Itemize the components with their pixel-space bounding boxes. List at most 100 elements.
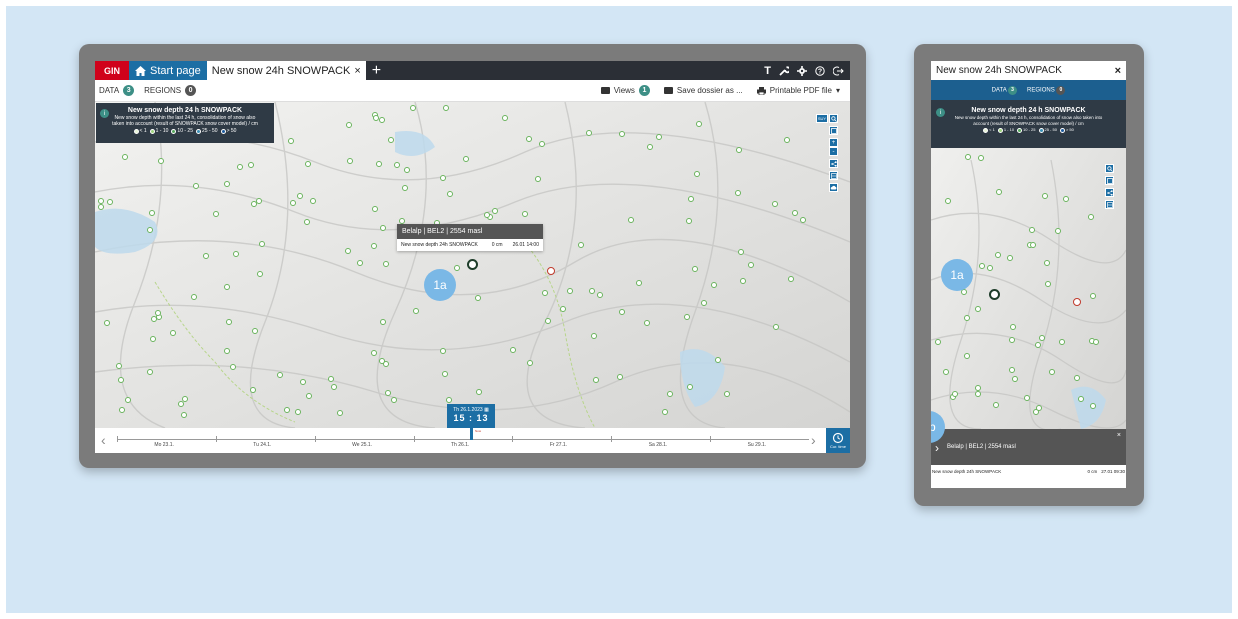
station-marker[interactable] (98, 198, 104, 204)
station-marker[interactable] (250, 387, 256, 393)
station-marker[interactable] (391, 397, 397, 403)
station-marker[interactable] (116, 363, 122, 369)
station-marker[interactable] (446, 397, 452, 403)
regions-tab[interactable]: REGIONS (144, 86, 181, 95)
mobile-selected-station-marker[interactable] (989, 289, 1000, 300)
station-marker[interactable] (119, 407, 125, 413)
swiss-topo-button[interactable]: SUY (816, 114, 828, 123)
station-marker[interactable] (619, 309, 625, 315)
station-marker[interactable] (696, 121, 702, 127)
station-marker[interactable] (193, 183, 199, 189)
mobile-search-button[interactable] (1105, 164, 1114, 173)
station-marker[interactable] (542, 290, 548, 296)
station-marker[interactable] (1074, 375, 1080, 381)
station-marker[interactable] (224, 181, 230, 187)
station-marker[interactable] (373, 115, 379, 121)
station-marker[interactable] (987, 265, 993, 271)
station-marker[interactable] (277, 372, 283, 378)
station-marker[interactable] (656, 134, 662, 140)
station-marker[interactable] (440, 348, 446, 354)
station-marker[interactable] (1042, 193, 1048, 199)
station-marker[interactable] (1007, 255, 1013, 261)
station-marker[interactable] (1009, 337, 1015, 343)
mobile-share-button[interactable] (1105, 188, 1114, 197)
timeline-day-label[interactable]: Tu 24.1. (253, 442, 271, 448)
timeline-cursor[interactable] (470, 428, 473, 440)
station-marker[interactable] (1044, 260, 1050, 266)
save-dossier-button[interactable]: Save dossier as ... (663, 86, 743, 95)
station-marker[interactable] (440, 175, 446, 181)
station-marker[interactable] (619, 131, 625, 137)
station-marker[interactable] (394, 162, 400, 168)
station-marker[interactable] (684, 314, 690, 320)
mobile-station-panel[interactable]: › Belalp | BEL2 | 2554 masl × New snow d… (931, 429, 1126, 485)
chevron-right-icon[interactable]: › (935, 441, 939, 455)
station-marker[interactable] (191, 294, 197, 300)
timeline-day-label[interactable]: Su 29.1. (748, 442, 767, 448)
station-marker[interactable] (104, 320, 110, 326)
station-marker[interactable] (380, 319, 386, 325)
station-marker[interactable] (158, 158, 164, 164)
station-marker[interactable] (628, 217, 634, 223)
station-marker[interactable] (1010, 324, 1016, 330)
station-marker[interactable] (383, 261, 389, 267)
station-marker[interactable] (237, 164, 243, 170)
station-marker[interactable] (964, 353, 970, 359)
station-marker[interactable] (701, 300, 707, 306)
station-marker[interactable] (1009, 367, 1015, 373)
timeline-day-label[interactable]: Th 26.1. (451, 442, 469, 448)
print-pdf-button[interactable]: Printable PDF file ▾ (756, 86, 840, 95)
station-marker[interactable] (347, 158, 353, 164)
station-marker[interactable] (724, 391, 730, 397)
station-marker[interactable] (484, 212, 490, 218)
station-marker[interactable] (773, 324, 779, 330)
station-marker[interactable] (1088, 214, 1094, 220)
station-marker[interactable] (226, 319, 232, 325)
station-marker[interactable] (943, 369, 949, 375)
station-marker[interactable] (591, 333, 597, 339)
station-marker[interactable] (772, 201, 778, 207)
station-marker[interactable] (1035, 342, 1041, 348)
zoom-in-button[interactable]: + (829, 138, 838, 147)
station-marker[interactable] (687, 384, 693, 390)
station-marker[interactable] (402, 185, 408, 191)
search-map-button[interactable] (829, 114, 838, 123)
cloud-button[interactable] (829, 183, 838, 192)
station-marker[interactable] (257, 271, 263, 277)
mobile-panel-close-icon[interactable]: × (1117, 432, 1121, 439)
station-marker[interactable] (379, 117, 385, 123)
station-marker[interactable] (996, 189, 1002, 195)
station-marker[interactable] (589, 288, 595, 294)
station-marker[interactable] (224, 348, 230, 354)
station-marker[interactable] (1030, 242, 1036, 248)
timeline-day-label[interactable]: We 25.1. (352, 442, 372, 448)
station-marker[interactable] (372, 206, 378, 212)
mobile-regions-tab[interactable]: REGIONS 0 (1027, 85, 1066, 95)
station-marker[interactable] (447, 191, 453, 197)
timeline[interactable]: ‹ Mo 23.1. Tu 24.1. We 25.1. Th 26.1. Fr 27.… (95, 404, 850, 453)
station-marker[interactable] (740, 278, 746, 284)
station-marker[interactable] (295, 409, 301, 415)
station-marker[interactable] (1063, 196, 1069, 202)
station-marker[interactable] (404, 167, 410, 173)
station-marker[interactable] (248, 162, 254, 168)
station-marker[interactable] (1090, 403, 1096, 409)
station-marker[interactable] (617, 374, 623, 380)
station-marker[interactable] (259, 241, 265, 247)
station-marker[interactable] (975, 306, 981, 312)
station-marker[interactable] (736, 147, 742, 153)
station-marker[interactable] (527, 360, 533, 366)
station-marker[interactable] (213, 211, 219, 217)
station-marker[interactable] (1024, 395, 1030, 401)
station-marker[interactable] (410, 105, 416, 111)
station-marker[interactable] (792, 210, 798, 216)
help-icon[interactable]: ? (815, 65, 825, 76)
station-marker[interactable] (1078, 396, 1084, 402)
station-marker[interactable] (784, 137, 790, 143)
mobile-fullscreen-button[interactable] (1105, 176, 1114, 185)
timeline-next-icon[interactable]: › (811, 432, 816, 448)
timeline-prev-icon[interactable]: ‹ (101, 432, 106, 448)
station-marker[interactable] (337, 410, 343, 416)
text-tool-icon[interactable]: T (764, 65, 771, 77)
station-marker[interactable] (1045, 281, 1051, 287)
